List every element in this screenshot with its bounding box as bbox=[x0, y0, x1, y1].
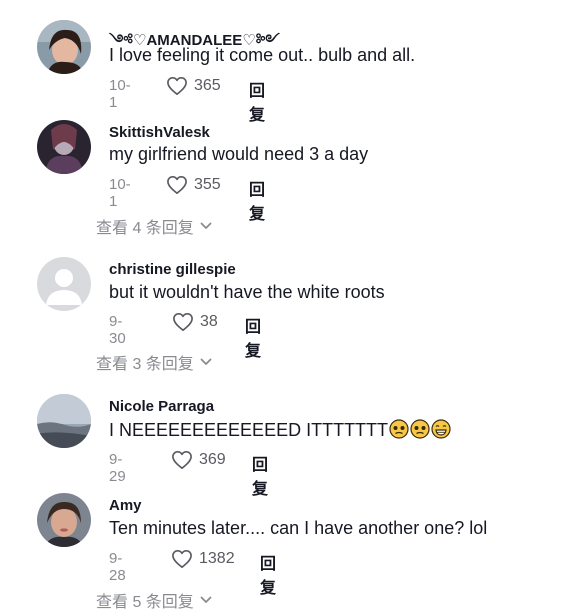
pleading-face-icon bbox=[389, 419, 409, 444]
reply-button[interactable]: 回复 bbox=[252, 451, 268, 499]
chevron-down-icon bbox=[200, 596, 212, 603]
comment-date: 9-28 bbox=[109, 550, 126, 584]
view-replies-label: 查看 5 条回复 bbox=[96, 594, 194, 611]
like-button[interactable]: 365 bbox=[166, 75, 221, 97]
view-replies-button[interactable]: 查看 5 条回复 bbox=[96, 588, 212, 612]
comment-text: I love feeling it come out.. bulb and al… bbox=[109, 45, 416, 65]
avatar[interactable] bbox=[37, 493, 91, 547]
comment-username[interactable]: SkittishValesk bbox=[109, 124, 210, 141]
comment-date: 9-29 bbox=[109, 451, 126, 485]
reply-button[interactable]: 回复 bbox=[249, 176, 265, 224]
comment-text: I NEEEEEEEEEEEEED ITTTTTTT bbox=[109, 419, 451, 444]
comment-date: 10-1 bbox=[109, 77, 131, 111]
heart-outline-icon bbox=[167, 77, 187, 95]
avatar[interactable] bbox=[37, 20, 91, 74]
view-replies-label: 查看 4 条回复 bbox=[96, 220, 194, 237]
comment-username[interactable]: Amy bbox=[109, 497, 142, 514]
comment-username[interactable]: christine gillespie bbox=[109, 261, 236, 278]
like-count: 38 bbox=[200, 313, 218, 330]
avatar[interactable] bbox=[37, 394, 91, 448]
heart-outline-icon bbox=[172, 451, 192, 469]
reply-button[interactable]: 回复 bbox=[249, 77, 265, 125]
reply-button[interactable]: 回复 bbox=[245, 313, 261, 361]
like-count: 365 bbox=[194, 77, 221, 94]
like-button[interactable]: 1382 bbox=[171, 548, 235, 570]
comment-date: 10-1 bbox=[109, 176, 131, 210]
reply-button[interactable]: 回复 bbox=[260, 550, 276, 598]
comment-text: my girlfriend would need 3 a day bbox=[109, 144, 369, 164]
chevron-down-icon bbox=[200, 358, 212, 365]
chevron-down-icon bbox=[200, 222, 212, 229]
avatar[interactable] bbox=[37, 120, 91, 174]
heart-outline-icon bbox=[173, 313, 193, 331]
like-count: 369 bbox=[199, 451, 226, 468]
like-button[interactable]: 38 bbox=[172, 311, 218, 333]
like-button[interactable]: 369 bbox=[171, 449, 226, 471]
avatar[interactable] bbox=[37, 257, 91, 311]
heart-outline-icon bbox=[172, 550, 192, 568]
comment-date: 9-30 bbox=[109, 313, 126, 347]
view-replies-label: 查看 3 条回复 bbox=[96, 356, 194, 373]
like-button[interactable]: 355 bbox=[166, 174, 221, 196]
comment-text-content: I NEEEEEEEEEEEEED ITTTTTTT bbox=[109, 420, 389, 440]
like-count: 355 bbox=[194, 176, 221, 193]
heart-outline-icon bbox=[167, 176, 187, 194]
view-replies-button[interactable]: 查看 4 条回复 bbox=[96, 214, 212, 238]
like-count: 1382 bbox=[199, 550, 235, 567]
grinning-face-icon bbox=[431, 419, 451, 444]
comment-username[interactable]: Nicole Parraga bbox=[109, 398, 214, 415]
comment-text: Ten minutes later.... can I have another… bbox=[109, 518, 488, 538]
view-replies-button[interactable]: 查看 3 条回复 bbox=[96, 350, 212, 374]
comment-text: but it wouldn't have the white roots bbox=[109, 282, 385, 302]
pleading-face-icon bbox=[410, 419, 430, 444]
